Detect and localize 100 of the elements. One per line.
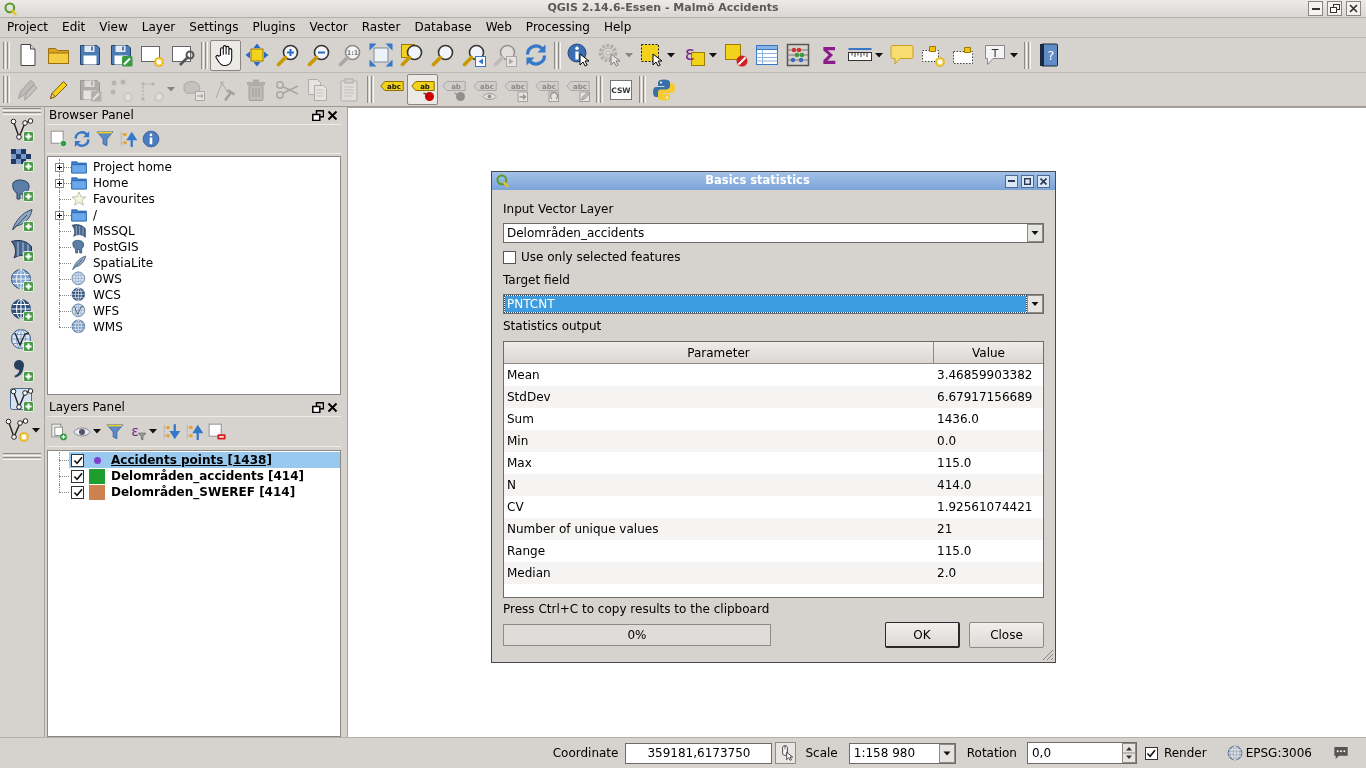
- caret-icon: [624, 52, 633, 58]
- magnifier-square-icon: [399, 43, 424, 67]
- legend-entry[interactable]: Delområden_SWEREF [414]: [69, 484, 340, 500]
- maximize-button[interactable]: [1021, 174, 1034, 188]
- legend-entry[interactable]: Accidents points [1438]: [69, 452, 340, 468]
- globe-plus-icon: [10, 298, 34, 322]
- close-button[interactable]: [325, 108, 340, 123]
- coordinate-label: Coordinate: [552, 745, 619, 762]
- dialog-button[interactable]: OK: [885, 622, 960, 648]
- crs-button[interactable]: EPSG:3006: [1226, 744, 1312, 762]
- coordinate-field[interactable]: 359181,6173750: [625, 742, 773, 764]
- messages-button[interactable]: [1333, 745, 1349, 761]
- table-cell: Number of unique values: [504, 518, 934, 540]
- points-star-icon: [108, 77, 133, 102]
- table-cell: 2.0: [934, 562, 1043, 584]
- expand-icon[interactable]: [55, 163, 64, 172]
- folder-icon: [71, 159, 87, 175]
- restore-button[interactable]: [1327, 1, 1342, 16]
- add-layer-button[interactable]: [47, 127, 70, 151]
- abacus-icon: [785, 43, 810, 67]
- extents-toggle-button[interactable]: [775, 742, 797, 764]
- maximize-icon: [1024, 177, 1031, 185]
- tree-arrow-down-icon: [161, 422, 180, 441]
- table-cell: 6.67917156689: [934, 386, 1043, 408]
- menu-item[interactable]: Project: [0, 18, 56, 37]
- selected-features-checkbox[interactable]: [503, 250, 516, 264]
- page-star-icon: [139, 43, 164, 67]
- snakes-icon: [651, 77, 676, 102]
- vector-nodes-star-icon: [4, 418, 29, 442]
- menu-item[interactable]: Vector: [302, 18, 355, 37]
- tree-item[interactable]: Home: [48, 175, 340, 191]
- speech-bubble-icon: [1333, 745, 1349, 761]
- refresh-icon: [523, 43, 548, 67]
- menu-item[interactable]: Processing: [518, 18, 597, 37]
- check-icon: [72, 455, 83, 465]
- float-button[interactable]: [310, 400, 325, 415]
- table-cell: 414.0: [934, 474, 1043, 496]
- menu-item[interactable]: View: [92, 18, 135, 37]
- scale-dropdown[interactable]: 1:158 980: [848, 742, 956, 764]
- float-button[interactable]: [310, 108, 325, 123]
- tree-item[interactable]: WCS: [48, 287, 340, 303]
- render-label: Render: [1163, 745, 1207, 762]
- visibility-checkbox[interactable]: [71, 485, 84, 499]
- tree-item[interactable]: OWS: [48, 271, 340, 287]
- float-icon: [311, 110, 324, 121]
- tree-item[interactable]: SpatiaLite: [48, 255, 340, 271]
- caret-icon: [1009, 52, 1018, 58]
- menu-item[interactable]: Web: [478, 18, 519, 37]
- checkerboard-plus-icon: [10, 148, 34, 172]
- table-cell: Median: [504, 562, 934, 584]
- visibility-checkbox[interactable]: [71, 453, 84, 467]
- menu-item[interactable]: Raster: [354, 18, 408, 37]
- magnifier-arrow-icon: [492, 43, 517, 67]
- tree-item[interactable]: WFS: [48, 303, 340, 319]
- vector-nodes-plus-icon: [10, 118, 34, 142]
- menu-item[interactable]: Plugins: [245, 18, 303, 37]
- tree-item[interactable]: WMS: [48, 319, 340, 335]
- render-checkbox[interactable]: [1144, 746, 1158, 760]
- minimize-button[interactable]: [1005, 174, 1018, 188]
- rotation-field[interactable]: 0,0: [1026, 742, 1137, 764]
- tree-item[interactable]: /: [48, 207, 340, 223]
- filter-by-expression-button[interactable]: ε: [126, 419, 159, 444]
- close-button[interactable]: [1037, 174, 1050, 188]
- expand-icon[interactable]: [55, 179, 64, 188]
- menu-item[interactable]: Help: [596, 18, 639, 37]
- text-annotation-button[interactable]: T: [979, 39, 1021, 71]
- select-by-expression-button[interactable]: ε: [678, 39, 720, 71]
- menu-item[interactable]: Layer: [134, 18, 183, 37]
- panel-title: Browser Panel: [49, 107, 135, 124]
- caret-icon: [166, 87, 175, 92]
- minimize-button[interactable]: [1308, 1, 1323, 16]
- close-button[interactable]: [325, 400, 340, 415]
- menu-item[interactable]: Settings: [182, 18, 246, 37]
- expand-icon[interactable]: [55, 211, 64, 220]
- menu-item[interactable]: Database: [407, 18, 479, 37]
- info-cursor-icon: [566, 43, 591, 67]
- legend-entry[interactable]: Delområden_accidents [414]: [69, 468, 340, 484]
- tree-item[interactable]: Project home: [48, 159, 340, 175]
- caret-icon: [666, 52, 675, 58]
- tree-item[interactable]: Favourites: [48, 191, 340, 207]
- tree-item[interactable]: PostGIS: [48, 239, 340, 255]
- floppy-disk-pencil-icon: [108, 43, 133, 67]
- column-header[interactable]: Parameter: [504, 342, 934, 364]
- field-label: Input Vector Layer: [503, 201, 615, 218]
- globe-vector-plus-icon: [10, 328, 34, 352]
- visibility-checkbox[interactable]: [71, 469, 84, 483]
- tree-item[interactable]: MSSQL: [48, 223, 340, 239]
- check-icon: [72, 471, 83, 481]
- elephant-icon: [71, 239, 87, 255]
- column-header[interactable]: Value: [934, 342, 1043, 364]
- layer-dropdown[interactable]: Delområden_accidents: [503, 223, 1044, 243]
- pan-button[interactable]: [210, 39, 241, 71]
- folder-icon: [71, 207, 87, 223]
- menu-item[interactable]: Edit: [55, 18, 93, 37]
- globe-icon: [71, 287, 87, 303]
- table-cell: N: [504, 474, 934, 496]
- dialog-button[interactable]: Close: [969, 622, 1044, 648]
- globe-icon: [1226, 745, 1243, 761]
- close-button[interactable]: [1346, 1, 1361, 16]
- feather-icon: [71, 255, 87, 271]
